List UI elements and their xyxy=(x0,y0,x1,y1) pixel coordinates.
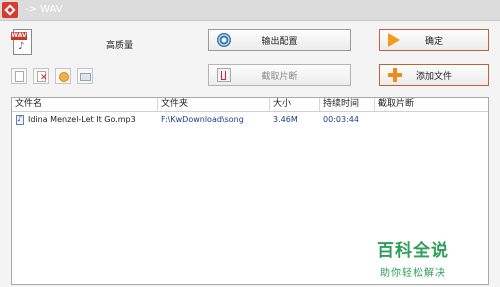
remove-file-tool[interactable]: ✕ xyxy=(33,68,49,84)
cell-folder: F:\KwDownload\song xyxy=(161,115,244,124)
wav-format-tag: WAV xyxy=(11,32,27,40)
table-row[interactable]: Idina Menzel-Let It Go.mp3 F:\KwDownload… xyxy=(12,113,488,127)
output-config-label: 输出配置 xyxy=(261,36,298,47)
audio-file-icon xyxy=(16,114,24,125)
cell-file-name: Idina Menzel-Let It Go.mp3 xyxy=(28,115,136,124)
add-file-label: 添加文件 xyxy=(415,71,452,82)
cell-duration: 00:03:44 xyxy=(323,115,359,124)
watermark: 百科全说 助你轻松解决 xyxy=(358,236,468,279)
ok-button[interactable]: 确定 xyxy=(379,29,489,51)
quality-label: 高质量 xyxy=(106,41,134,51)
column-header-name[interactable]: 文件名 xyxy=(12,98,158,112)
wav-format-icon: WAV ♪ xyxy=(11,29,33,55)
main-panel: WAV ♪ 高质量 输出配置 确定 ✕ 截取片断 添加文件 文件名 文件夹 大小… xyxy=(0,21,500,287)
new-file-tool[interactable] xyxy=(11,68,27,84)
window-title: -> WAV xyxy=(25,4,63,15)
cell-size: 3.46M xyxy=(273,115,298,124)
watermark-subtitle: 助你轻松解决 xyxy=(380,268,446,279)
output-config-button[interactable]: 输出配置 xyxy=(208,29,351,51)
column-header-clip[interactable]: 截取片断 xyxy=(375,98,489,112)
delete-x-icon: ✕ xyxy=(40,73,48,83)
settings-disc-icon xyxy=(217,33,231,47)
ok-label: 确定 xyxy=(424,36,443,47)
title-bar: -> WAV xyxy=(0,0,500,21)
add-file-button[interactable]: 添加文件 xyxy=(379,64,489,86)
cut-clip-button[interactable]: 截取片断 xyxy=(208,64,351,86)
new-file-icon xyxy=(15,71,24,82)
music-note-icon: ♪ xyxy=(18,41,25,52)
info-panel-icon xyxy=(80,73,91,81)
play-tool[interactable] xyxy=(55,68,71,84)
app-logo-icon[interactable] xyxy=(2,2,18,18)
play-disc-icon xyxy=(59,72,69,82)
info-tool[interactable] xyxy=(77,68,93,84)
arrow-right-icon xyxy=(388,33,400,47)
column-header-duration[interactable]: 持续时间 xyxy=(320,98,375,112)
cut-clip-label: 截取片断 xyxy=(261,71,298,82)
table-header: 文件名 文件夹 大小 持续时间 截取片断 xyxy=(12,98,488,112)
column-header-size[interactable]: 大小 xyxy=(270,98,320,112)
cut-clip-icon xyxy=(217,68,231,82)
plus-icon xyxy=(388,68,402,82)
watermark-title: 百科全说 xyxy=(377,241,449,261)
column-header-folder[interactable]: 文件夹 xyxy=(158,98,270,112)
